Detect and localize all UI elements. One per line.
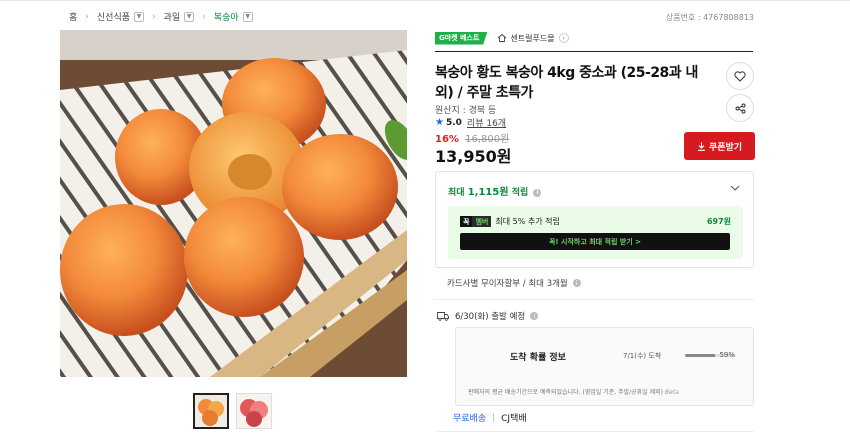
divider (493, 413, 495, 422)
member-logo-m: 멤버 (472, 216, 492, 227)
top-border (0, 0, 850, 1)
download-icon (697, 142, 705, 151)
probability-bar-fill (685, 354, 715, 357)
store-name[interactable]: 센트럴푸드몰 (510, 33, 554, 44)
home-icon (498, 33, 507, 42)
probability-date: 7/1(수) 도착 (623, 352, 662, 360)
rating: ★ 5.0 리뷰 16개 (435, 116, 506, 129)
breadcrumb-fruit[interactable]: 과일 ▼ (164, 10, 195, 23)
shipping-departure: 6/30(화) 출발 예정 i (437, 310, 539, 322)
best-badge[interactable]: G마켓 베스트 (435, 31, 488, 45)
share-button[interactable] (726, 94, 754, 122)
max-points: 최대 1,115원 적립 i (448, 183, 542, 198)
breadcrumb: 홈 › 신선식품 ▼ › 과일 ▼ › 복숭아 ▼ (69, 10, 253, 23)
product-info-panel: G마켓 베스트 센트럴푸드몰 › 복숭아 황도 복숭아 4kg 중소과 (25-… (435, 30, 755, 432)
installment-info: 카드사별 무이자할부 / 최대 3개월 i (447, 277, 581, 289)
product-main-image[interactable] (60, 30, 407, 377)
chevron-right-icon: › (202, 11, 206, 22)
points-amount: 1,115원 (467, 187, 509, 198)
breadcrumb-home-label[interactable]: 홈 (69, 10, 77, 23)
product-number: 상품번호 : 4767808813 (665, 13, 754, 22)
departure-text: 6/30(화) 출발 예정 (455, 312, 526, 322)
free-shipping-label[interactable]: 무료배송 (453, 411, 486, 424)
divider (435, 51, 753, 52)
truck-icon (437, 312, 449, 321)
member-logo-k: 꼭 (460, 216, 473, 227)
breadcrumb-peach[interactable]: 복숭아 ▼ (214, 10, 253, 23)
thumbnail-2[interactable] (236, 393, 272, 429)
chevron-right-icon: › (152, 11, 156, 22)
breadcrumb-fresh-label[interactable]: 신선식품 (97, 10, 130, 23)
member-amount: 697원 (706, 217, 731, 226)
thumbnail-list (193, 393, 272, 429)
rating-score: 5.0 (445, 117, 462, 128)
divider (435, 431, 754, 432)
thumbnail-peaches-image (195, 395, 227, 427)
breadcrumb-peach-label[interactable]: 복숭아 (214, 10, 239, 23)
chevron-down-icon[interactable]: ▼ (134, 11, 145, 22)
store-link[interactable]: 센트럴푸드몰 › (497, 33, 569, 44)
breadcrumb-fresh[interactable]: 신선식품 ▼ (97, 10, 145, 23)
thumbnail-1[interactable] (193, 393, 229, 429)
peaches-illustration (60, 30, 407, 377)
review-link[interactable]: 리뷰 16개 (467, 116, 506, 129)
info-icon[interactable]: i (533, 188, 542, 197)
member-logo: 꼭 멤버 (460, 216, 492, 227)
share-icon (735, 103, 745, 113)
beta-label: Beta (664, 389, 679, 396)
info-icon[interactable]: i (530, 312, 539, 320)
divider (435, 299, 754, 300)
member-points-line: 꼭 멤버 최대 5% 추가 적립 (460, 216, 560, 227)
probability-note: 판매자의 평균 배송기간으로 예측되었습니다. (영업일 기준, 주말/공휴일 … (468, 387, 679, 396)
origin-text: 원산지 : 경북 등 (435, 106, 497, 116)
chevron-down-icon[interactable]: ▼ (184, 11, 195, 22)
member-text: 최대 5% 추가 적립 (495, 217, 560, 226)
sale-price: 13,950원 (435, 147, 512, 166)
chevron-down-icon[interactable]: ▼ (242, 11, 253, 22)
installment-text: 카드사별 무이자할부 / 최대 3개월 (447, 279, 568, 289)
thumbnail-peaches-image (237, 394, 271, 428)
product-title: 복숭아 황도 복숭아 4kg 중소과 (25-28과 내외) / 주말 초특가 (435, 65, 698, 101)
points-suffix: 적립 (511, 188, 529, 198)
courier-name: CJ택배 (501, 414, 527, 424)
info-icon[interactable]: i (572, 279, 581, 287)
coupon-button-label[interactable]: 쿠폰받기 (709, 140, 742, 153)
breadcrumb-fruit-label[interactable]: 과일 (164, 10, 181, 23)
coupon-button[interactable]: 쿠폰받기 (684, 132, 755, 160)
chevron-right-icon: › (85, 11, 89, 22)
heart-icon (734, 70, 746, 82)
points-prefix: 최대 (448, 188, 465, 198)
wishlist-button[interactable] (726, 62, 754, 90)
probability-note-text: 판매자의 평균 배송기간으로 예측되었습니다. (영업일 기준, 주말/공휴일 … (468, 389, 663, 396)
member-points-box: 꼭 멤버 최대 5% 추가 적립 697원 꼭! 시작하고 최대 적립 받기 > (448, 206, 743, 259)
breadcrumb-home[interactable]: 홈 (69, 10, 77, 23)
star-icon: ★ (435, 117, 444, 128)
arrival-probability-box: 도착 확률 정보 7/1(수) 도착 59% 판매자의 평균 배송기간으로 예측… (455, 327, 754, 406)
chevron-right-icon[interactable]: › (558, 33, 569, 43)
probability-title: 도착 확률 정보 (510, 353, 566, 363)
member-signup-button[interactable]: 꼭! 시작하고 최대 적립 받기 > (460, 233, 730, 250)
delivery-info: 무료배송 CJ택배 (453, 411, 527, 424)
chevron-down-icon[interactable] (729, 182, 741, 194)
probability-percent: 59% (719, 351, 735, 359)
points-panel: 최대 1,115원 적립 i 꼭 멤버 최대 5% 추가 적립 697원 꼭! 시… (435, 171, 754, 268)
